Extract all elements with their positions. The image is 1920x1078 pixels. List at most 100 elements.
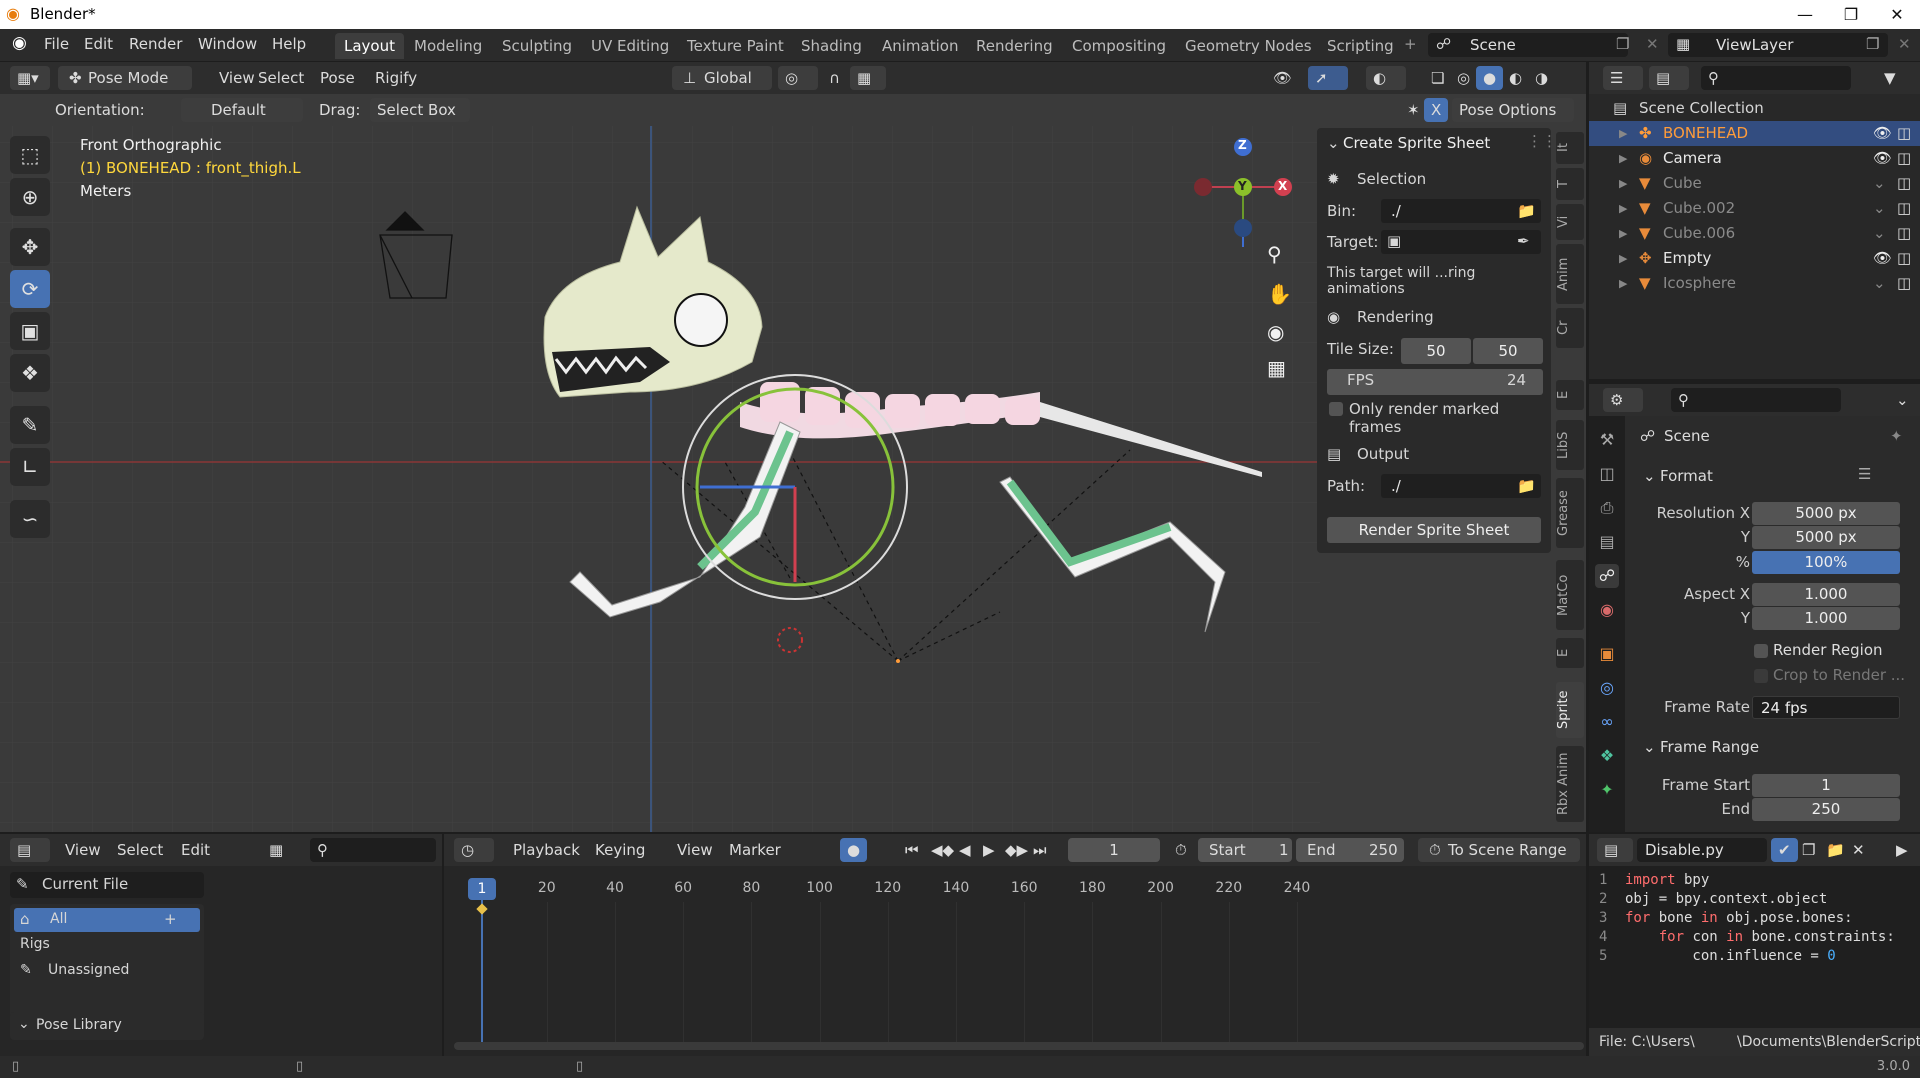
- add-workspace-icon[interactable]: +: [1404, 35, 1417, 53]
- tile-height-field[interactable]: 50: [1473, 338, 1543, 364]
- camera-view-icon[interactable]: ◉: [1267, 320, 1284, 344]
- remove-scene-icon[interactable]: ✕: [1646, 35, 1659, 53]
- properties-editor-type-icon[interactable]: ⚙: [1603, 388, 1643, 412]
- physics-tab-icon[interactable]: ◎: [1595, 676, 1619, 700]
- sidebar-tab-anim[interactable]: Anim: [1556, 244, 1584, 304]
- only-marked-checkbox[interactable]: [1329, 402, 1343, 416]
- asset-editor-type-icon[interactable]: ▤: [10, 838, 50, 862]
- outliner-item-name[interactable]: Empty: [1663, 246, 1711, 271]
- gizmo-toggle-icon[interactable]: ➚: [1308, 66, 1348, 90]
- eyedropper-icon[interactable]: ✒: [1517, 232, 1530, 250]
- snapping-icon[interactable]: ✶: [1400, 98, 1427, 122]
- tab-texture-paint[interactable]: Texture Paint: [678, 33, 793, 59]
- code-line[interactable]: con.influence = 0: [1625, 948, 1835, 964]
- visibility-eye-icon[interactable]: 👁: [1873, 121, 1892, 146]
- asset-menu-select[interactable]: Select: [110, 838, 170, 862]
- code-line[interactable]: for bone in obj.pose.bones:: [1625, 910, 1853, 926]
- render-camera-icon[interactable]: ◫: [1897, 246, 1911, 271]
- render-region-checkbox[interactable]: [1754, 644, 1768, 658]
- tab-sculpting[interactable]: Sculpting: [493, 33, 581, 59]
- outliner-item[interactable]: ▶ ✤ BONEHEAD 👁 ◫: [1589, 121, 1920, 146]
- add-catalog-icon[interactable]: +: [164, 910, 177, 928]
- sidebar-tab-view[interactable]: Vi: [1556, 204, 1584, 240]
- sidebar-tab-grease[interactable]: Grease: [1556, 478, 1584, 548]
- menu-pose[interactable]: Pose: [313, 66, 362, 90]
- render-camera-icon[interactable]: ◫: [1897, 146, 1911, 171]
- outliner-editor-type-icon[interactable]: ☰: [1603, 66, 1643, 90]
- shading-material-icon[interactable]: ◐: [1502, 66, 1529, 90]
- asset-menu-edit[interactable]: Edit: [174, 838, 217, 862]
- restore-button[interactable]: ❐: [1828, 2, 1874, 27]
- tab-compositing[interactable]: Compositing: [1063, 33, 1175, 59]
- res-y-field[interactable]: 5000 px: [1752, 526, 1900, 549]
- code-line[interactable]: for con in bone.constraints:: [1625, 929, 1895, 945]
- timeline-menu-view[interactable]: View: [670, 838, 720, 862]
- expand-arrow-icon[interactable]: ▶: [1619, 246, 1627, 271]
- asset-menu-view[interactable]: View: [58, 838, 108, 862]
- shading-wireframe-icon[interactable]: ◎: [1450, 66, 1477, 90]
- visibility-eye-icon[interactable]: ⌄: [1873, 171, 1886, 196]
- tool-tab-icon[interactable]: ⚒: [1595, 428, 1619, 452]
- render-camera-icon[interactable]: ◫: [1897, 171, 1911, 196]
- select-box-tool-icon[interactable]: ⬚: [10, 136, 50, 174]
- panel-title[interactable]: Create Sprite Sheet: [1343, 134, 1490, 152]
- outliner-item-name[interactable]: Cube.002: [1663, 196, 1735, 221]
- playhead-frame[interactable]: 1: [468, 878, 496, 900]
- outliner-item-name[interactable]: Cube: [1663, 171, 1702, 196]
- menu-select[interactable]: Select: [251, 66, 311, 90]
- properties-options-icon[interactable]: ⌄: [1889, 388, 1916, 412]
- menu-render[interactable]: Render: [129, 35, 182, 53]
- format-chevron-icon[interactable]: ⌄: [1643, 467, 1656, 485]
- render-camera-icon[interactable]: ◫: [1897, 121, 1911, 146]
- auto-keying-icon[interactable]: ●: [840, 838, 868, 862]
- pivot-point-icon[interactable]: ◎: [778, 66, 818, 90]
- visibility-eye-icon[interactable]: ⌄: [1873, 271, 1886, 296]
- aspect-y-field[interactable]: 1.000: [1752, 607, 1900, 630]
- code-line[interactable]: obj = bpy.context.object: [1625, 891, 1827, 907]
- outliner-item-name[interactable]: Cube.006: [1663, 221, 1735, 246]
- timeline-menu-marker[interactable]: Marker: [722, 838, 788, 862]
- outliner-item[interactable]: ▶ ▼ Cube.006 ⌄ ◫: [1589, 221, 1920, 246]
- snap-target-icon[interactable]: ▦: [850, 66, 886, 90]
- crop-to-render-checkbox[interactable]: [1754, 669, 1768, 683]
- view-layer-tab-icon[interactable]: ▤: [1595, 530, 1619, 554]
- tab-rendering[interactable]: Rendering: [967, 33, 1062, 59]
- snap-magnet-icon[interactable]: ∩: [822, 66, 847, 90]
- tab-geometry-nodes[interactable]: Geometry Nodes: [1176, 33, 1321, 59]
- catalog-unassigned[interactable]: Unassigned: [48, 962, 129, 978]
- panel-drag-icon[interactable]: ⋮⋮: [1527, 132, 1557, 150]
- remove-viewlayer-icon[interactable]: ✕: [1898, 35, 1911, 53]
- visibility-eye-icon[interactable]: ⌄: [1873, 196, 1886, 221]
- outliner-item[interactable]: ▶ ▼ Cube ⌄ ◫: [1589, 171, 1920, 196]
- expand-arrow-icon[interactable]: ▶: [1619, 221, 1627, 246]
- viewlayer-selector[interactable]: ViewLayer: [1668, 33, 1888, 57]
- transform-tool-icon[interactable]: ❖: [10, 354, 50, 392]
- object-tab-icon[interactable]: ▣: [1595, 642, 1619, 666]
- filter-icon[interactable]: ▼: [1877, 66, 1903, 90]
- tile-width-field[interactable]: 50: [1401, 338, 1471, 364]
- playhead-line[interactable]: [481, 900, 483, 1050]
- expand-arrow-icon[interactable]: ▶: [1619, 196, 1627, 221]
- preview-range-icon[interactable]: ⏱: [1168, 838, 1194, 862]
- outliner-item-name[interactable]: Icosphere: [1663, 271, 1736, 296]
- outliner-item[interactable]: ▶ ◉ Camera 👁 ◫: [1589, 146, 1920, 171]
- tab-modeling[interactable]: Modeling: [405, 33, 491, 59]
- render-sprite-sheet-button[interactable]: Render Sprite Sheet: [1327, 517, 1541, 543]
- catalog-all[interactable]: ⌂ All +: [14, 908, 200, 932]
- text-file-selector[interactable]: Disable.py: [1637, 838, 1767, 862]
- xray-toggle-icon[interactable]: ❏: [1424, 66, 1451, 90]
- jump-start-icon[interactable]: ⏮: [898, 838, 926, 862]
- sidebar-tab-matco[interactable]: MatCo: [1556, 560, 1584, 630]
- annotate-tool-icon[interactable]: ✎: [10, 406, 50, 444]
- tab-layout[interactable]: Layout: [335, 33, 404, 59]
- render-tab-icon[interactable]: ◫: [1595, 462, 1619, 486]
- zoom-icon[interactable]: ⚲: [1267, 242, 1282, 266]
- tab-uv-editing[interactable]: UV Editing: [582, 33, 678, 59]
- output-tab-icon[interactable]: ⎙: [1595, 496, 1619, 520]
- ortho-grid-icon[interactable]: ▦: [1267, 356, 1286, 380]
- bone-tab-icon[interactable]: ✦: [1595, 778, 1619, 802]
- sidebar-tab-item[interactable]: It: [1556, 132, 1584, 164]
- overlay-toggle-icon[interactable]: ◐: [1366, 66, 1406, 90]
- expand-arrow-icon[interactable]: ▶: [1619, 121, 1627, 146]
- text-editor-type-icon[interactable]: ▤: [1597, 838, 1633, 862]
